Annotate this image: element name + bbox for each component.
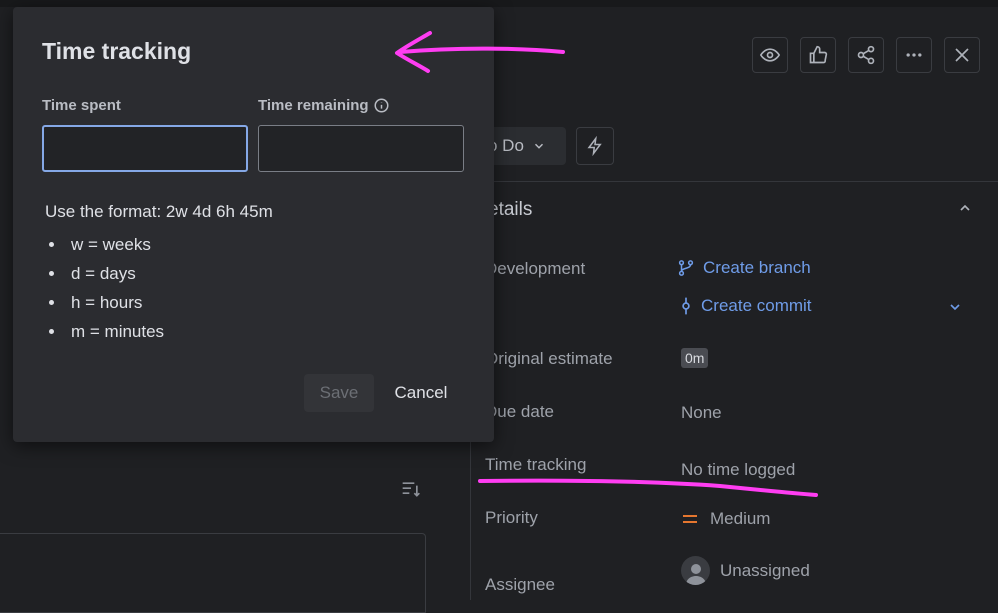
time-remaining-input[interactable] — [258, 125, 464, 172]
priority-field[interactable]: Medium — [681, 509, 770, 529]
details-panel — [470, 181, 998, 600]
list-item: h = hours — [48, 291, 164, 320]
share-icon — [857, 45, 875, 65]
watch-button[interactable] — [752, 37, 788, 73]
top-bar — [0, 0, 998, 7]
lightning-icon — [587, 136, 602, 156]
user-icon — [685, 564, 706, 585]
list-item: d = days — [48, 262, 164, 291]
branch-icon — [678, 260, 694, 276]
save-button[interactable]: Save — [304, 374, 374, 412]
commit-icon — [682, 297, 690, 315]
chevron-down-icon — [534, 143, 543, 149]
format-help-list: w = weeks d = days h = hours m = minutes — [45, 233, 164, 349]
cancel-button[interactable]: Cancel — [381, 374, 461, 412]
details-title: etails — [488, 199, 533, 220]
eye-icon — [760, 48, 780, 62]
chevron-down-icon — [950, 304, 960, 311]
due-date-label: Due date — [485, 402, 554, 421]
list-item: m = minutes — [48, 320, 164, 349]
time-spent-label-text: Time spent — [42, 97, 121, 114]
share-button[interactable] — [848, 37, 884, 73]
time-tracking-modal: Time tracking Time spent Time remaining … — [13, 7, 494, 442]
expand-development-button[interactable] — [947, 299, 963, 320]
time-remaining-label: Time remaining — [258, 97, 389, 114]
create-commit-label: Create commit — [701, 296, 812, 315]
create-branch-link[interactable]: Create branch — [677, 258, 811, 278]
time-remaining-label-text: Time remaining — [258, 97, 369, 114]
close-button[interactable] — [944, 37, 980, 73]
time-spent-input[interactable] — [42, 125, 248, 172]
modal-title: Time tracking — [42, 38, 192, 64]
sort-button[interactable] — [401, 480, 421, 503]
create-branch-label: Create branch — [703, 258, 811, 277]
list-item: w = weeks — [48, 233, 164, 262]
info-icon[interactable] — [374, 98, 389, 113]
assignee-label: Assignee — [485, 575, 555, 594]
thumbs-up-icon — [809, 45, 828, 64]
original-estimate-value[interactable]: 0m — [681, 348, 709, 368]
chevron-up-icon — [960, 204, 970, 211]
assignee-value[interactable]: Unassigned — [720, 561, 810, 581]
time-tracking-value[interactable]: No time logged — [681, 460, 795, 480]
time-tracking-label: Time tracking — [485, 455, 587, 474]
sort-icon — [402, 482, 420, 497]
priority-medium-icon — [683, 515, 697, 523]
like-button[interactable] — [800, 37, 836, 73]
close-icon — [955, 48, 969, 62]
more-icon — [906, 53, 922, 57]
more-button[interactable] — [896, 37, 932, 73]
format-help-text: Use the format: 2w 4d 6h 45m — [45, 202, 273, 221]
original-estimate-label: Original estimate — [485, 349, 613, 368]
create-commit-link[interactable]: Create commit — [679, 296, 812, 316]
priority-label: Priority — [485, 508, 538, 527]
comment-area[interactable] — [0, 533, 426, 613]
avatar — [681, 556, 710, 585]
priority-value: Medium — [710, 509, 771, 528]
development-label: Development — [485, 259, 586, 278]
time-spent-label: Time spent — [42, 97, 121, 114]
collapse-details-button[interactable] — [957, 200, 973, 221]
due-date-value[interactable]: None — [681, 403, 722, 423]
automation-button[interactable] — [576, 127, 614, 165]
